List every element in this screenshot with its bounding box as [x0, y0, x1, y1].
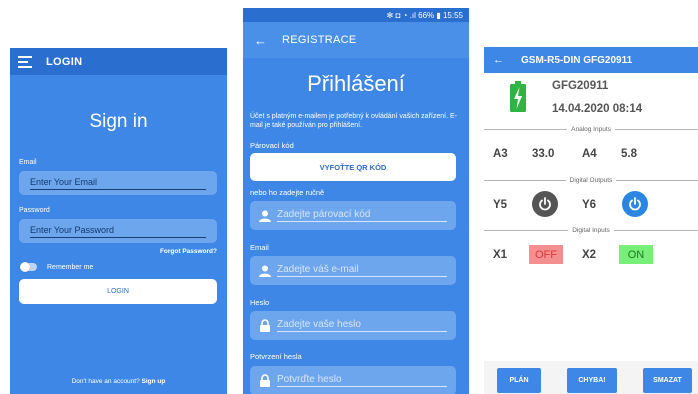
menu-icon[interactable] — [18, 55, 32, 68]
scan-qr-button[interactable]: VYFOŤTE QR KÓD — [250, 153, 456, 181]
confirm-password-input[interactable]: Potvrďte heslo — [250, 366, 456, 394]
user-icon — [258, 209, 271, 222]
analog-input-name: A3 — [493, 148, 508, 160]
output-name: Y6 — [582, 199, 597, 211]
analog-input-value: 33.0 — [532, 148, 555, 160]
pairing-code-label: Párovací kód — [250, 141, 294, 150]
no-account-text: Don't have an account? — [71, 378, 140, 385]
lock-icon — [258, 374, 271, 387]
status-bar: ✻ ◘ ◔ .ıl 66% ▮ 15:55 — [243, 8, 469, 22]
pairing-code-placeholder: Zadejte párovací kód — [277, 209, 447, 222]
password-placeholder: Zadejte vaše heslo — [277, 319, 447, 332]
login-heading: Přihlášení — [307, 71, 405, 96]
digital-inputs-divider: Digital Inputs — [484, 225, 698, 235]
device-title: GSM-R5-DIN GFG20911 — [521, 54, 633, 66]
analog-inputs-header: Analog Inputs — [571, 125, 611, 133]
confirm-password-placeholder: Potvrďte heslo — [277, 374, 447, 387]
back-arrow-icon[interactable]: ← — [254, 33, 267, 48]
input-name: X1 — [493, 249, 508, 261]
confirm-password-label: Potvrzení hesla — [250, 352, 302, 361]
remember-me-label: Remember me — [47, 264, 94, 271]
sign-in-heading: Sign in — [89, 111, 148, 132]
sign-up-link[interactable]: Sign up — [142, 378, 166, 385]
email-input[interactable]: Enter Your Email — [19, 171, 217, 195]
digital-inputs-header: Digital Inputs — [572, 226, 610, 234]
login-button[interactable]: LOGIN — [19, 279, 217, 304]
login-app-bar: LOGIN — [10, 48, 227, 75]
password-label: Heslo — [250, 298, 270, 307]
user-icon — [258, 264, 271, 277]
lock-icon — [258, 319, 271, 332]
analog-input-value: 5.8 — [621, 148, 637, 160]
plan-button[interactable]: PLÁN — [497, 368, 541, 393]
power-icon — [539, 197, 551, 211]
registration-screen: ✻ ◘ ◔ .ıl 66% ▮ 15:55 ← REGISTRACE Přihl… — [243, 8, 469, 394]
email-label: Email — [250, 243, 269, 252]
registration-title: REGISTRACE — [282, 34, 357, 46]
analog-input-name: A4 — [582, 148, 597, 160]
login-title: LOGIN — [46, 55, 83, 68]
forgot-password-link[interactable]: Forgot Password? — [160, 248, 217, 255]
manual-entry-label: nebo ho zadejte ručně — [250, 188, 325, 197]
remember-me-toggle[interactable] — [20, 262, 37, 272]
device-name: GFG20911 — [552, 80, 609, 92]
password-input[interactable]: Zadejte vaše heslo — [250, 311, 456, 340]
output-name: Y5 — [493, 199, 508, 211]
back-arrow-icon[interactable]: ← — [493, 54, 504, 66]
device-datetime: 14.04.2020 08:14 — [552, 103, 643, 115]
power-icon — [629, 197, 641, 211]
errors-button[interactable]: CHYBA! — [567, 368, 617, 393]
device-screen: ← GSM-R5-DIN GFG20911 GFG20911 14.04.202… — [484, 47, 698, 394]
login-screen: LOGIN Sign in Email Enter Your Email Pas… — [10, 48, 227, 394]
device-app-bar: ← GSM-R5-DIN GFG20911 — [484, 47, 698, 73]
email-placeholder: Zadejte váš e-mail — [277, 264, 447, 277]
battery-charging-icon — [509, 81, 527, 118]
output-y5-power-button[interactable] — [532, 191, 558, 217]
email-input[interactable]: Zadejte váš e-mail — [250, 256, 456, 285]
registration-app-bar: ← REGISTRACE — [243, 22, 469, 58]
input-x2-state-badge: ON — [619, 245, 653, 264]
digital-outputs-divider: Digital Outputs — [484, 175, 698, 185]
password-label: Password — [19, 207, 50, 214]
password-input[interactable]: Enter Your Password — [19, 219, 217, 243]
email-placeholder: Enter Your Email — [30, 177, 206, 190]
analog-inputs-divider: Analog Inputs — [484, 124, 698, 134]
email-label: Email — [19, 159, 37, 166]
account-description: Účet s platným e-mailem je potřebný k ov… — [250, 113, 457, 129]
input-x1-state-badge: OFF — [529, 245, 563, 264]
input-name: X2 — [582, 249, 597, 261]
output-y6-power-button[interactable] — [622, 191, 648, 217]
delete-button[interactable]: SMAZAT — [643, 368, 692, 393]
pairing-code-input[interactable]: Zadejte párovací kód — [250, 201, 456, 230]
signup-footer: Don't have an account? Sign up — [10, 378, 227, 385]
status-text: ✻ ◘ ◔ .ıl 66% ▮ 15:55 — [386, 10, 463, 20]
password-placeholder: Enter Your Password — [30, 225, 206, 238]
digital-outputs-header: Digital Outputs — [569, 176, 613, 184]
